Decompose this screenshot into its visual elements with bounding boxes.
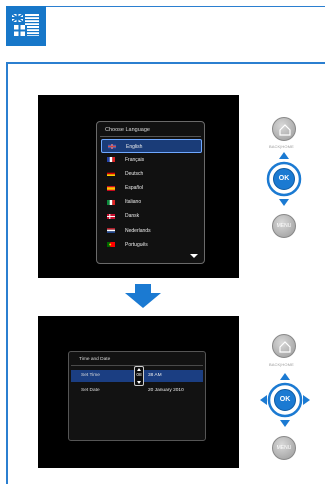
portugal-flag-icon <box>107 242 115 248</box>
backhome-label: BACK|HOME <box>269 144 294 149</box>
netherlands-flag-icon <box>107 228 115 234</box>
dialog-title: Choose Language <box>105 127 150 133</box>
menu-label: MENU <box>276 223 292 229</box>
menu-button[interactable]: MENU <box>272 436 296 460</box>
ok-button[interactable]: OK <box>273 168 295 190</box>
language-flags-icon <box>12 13 39 36</box>
france-flag-icon <box>107 157 115 163</box>
language-label: Français <box>125 156 145 163</box>
home-button[interactable] <box>272 117 296 141</box>
language-screen: Choose Language English Français Deutsch <box>38 95 239 278</box>
top-rule <box>6 6 325 7</box>
time-value: 38 AM <box>148 373 162 378</box>
language-dialog: Choose Language English Français Deutsch <box>96 121 205 264</box>
language-label: English <box>126 143 143 150</box>
hour-stepper[interactable]: 08 <box>134 366 144 386</box>
ok-button[interactable]: OK <box>274 389 296 411</box>
date-value[interactable]: 20 January 2010 <box>148 388 184 393</box>
stepper-down-icon[interactable] <box>137 381 141 384</box>
divider <box>100 136 201 137</box>
dialog-title: Time and Date <box>79 357 111 362</box>
scroll-down-icon[interactable] <box>190 254 198 258</box>
language-item-espanol[interactable]: Español <box>101 182 202 196</box>
language-item-deutsch[interactable]: Deutsch <box>101 167 202 181</box>
denmark-flag-icon <box>107 213 115 219</box>
side-rule <box>6 62 8 484</box>
time-date-screen: Time and Date Set Time 08 38 AM Set Date… <box>38 316 239 468</box>
language-item-dansk[interactable]: Dansk <box>101 210 202 224</box>
spain-flag-icon <box>107 185 115 191</box>
ok-label: OK <box>279 396 291 403</box>
language-label: Deutsch <box>125 170 144 177</box>
logo <box>6 6 46 46</box>
ok-label: OK <box>278 175 290 182</box>
section-rule <box>6 62 325 64</box>
language-label: Nederlands <box>125 227 151 234</box>
language-item-portugues[interactable]: Português <box>101 238 202 252</box>
germany-flag-icon <box>107 171 115 177</box>
menu-button[interactable]: MENU <box>272 214 296 238</box>
set-time-label: Set Time <box>81 373 100 378</box>
italy-flag-icon <box>107 199 115 205</box>
home-icon <box>279 124 291 136</box>
uk-flag-icon <box>108 144 116 149</box>
time-date-dialog: Time and Date Set Time 08 38 AM Set Date… <box>68 351 206 441</box>
language-label: Português <box>125 241 148 248</box>
navigation-pad[interactable]: OK <box>266 152 302 206</box>
hour-value: 08 <box>136 373 142 378</box>
down-arrow-icon <box>125 284 161 308</box>
language-item-francais[interactable]: Français <box>101 153 202 167</box>
language-list: English Français Deutsch Español Italian… <box>101 139 202 253</box>
language-item-nederlands[interactable]: Nederlands <box>101 224 202 238</box>
language-item-english[interactable]: English <box>101 139 202 154</box>
backhome-label: BACK|HOME <box>269 362 294 367</box>
language-label: Español <box>125 185 144 192</box>
stepper-up-icon[interactable] <box>137 368 141 371</box>
navigation-pad[interactable]: OK <box>260 373 310 427</box>
menu-label: MENU <box>276 445 292 451</box>
language-item-italiano[interactable]: Italiano <box>101 196 202 210</box>
page: Choose Language English Français Deutsch <box>0 0 325 484</box>
language-label: Dansk <box>125 213 140 220</box>
home-icon <box>279 341 291 353</box>
set-date-label: Set Date <box>81 388 100 393</box>
language-label: Italiano <box>125 199 142 206</box>
home-button[interactable] <box>272 334 296 358</box>
